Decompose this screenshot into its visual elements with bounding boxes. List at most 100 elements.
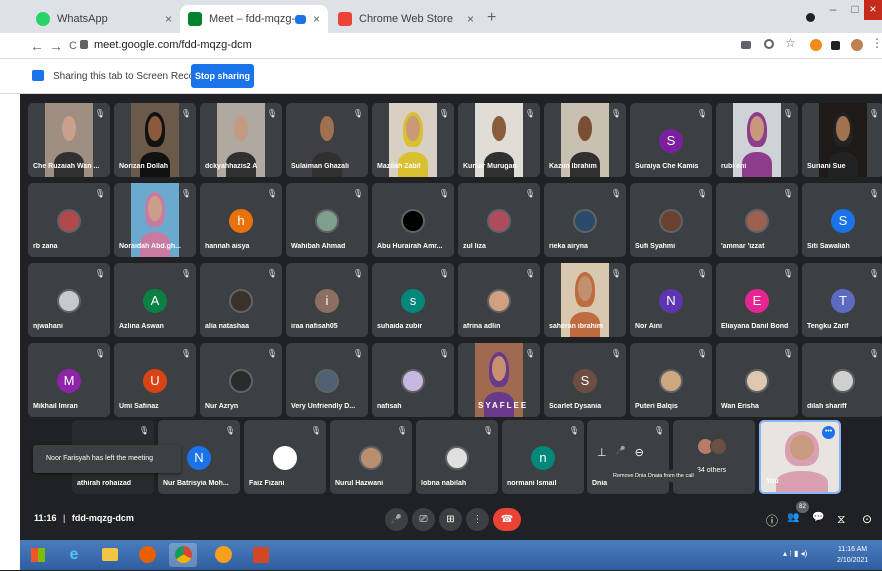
participant-tile[interactable]: 🎙 alia natashaa [200,263,282,337]
participant-tile[interactable]: 🎙 rieka airyna [544,183,626,257]
remove-participant-icon[interactable]: ⊖ [635,446,644,459]
powerpoint-icon[interactable] [247,543,275,567]
participant-tile[interactable]: 🎙 Norizan Dollah [114,103,196,177]
firefox-icon[interactable] [133,543,161,567]
chrome-icon[interactable] [169,543,197,567]
back-button[interactable]: ← [30,38,44,54]
participant-tile[interactable]: 🎙 Faiz Fizani [244,420,326,494]
participant-tile[interactable]: 🎙 Very Unfriendly D... [286,343,368,417]
participant-tile[interactable]: S 🎙 Siti Sawaliah [802,183,882,257]
participant-tile[interactable]: 🎙 rubi eni [716,103,798,177]
tab-meet[interactable]: Meet – fdd-mqzg-dcm × [180,5,328,33]
clock-time: 11:16 AM [838,546,868,553]
participant-tile[interactable]: 🎙 afrina adlin [458,263,540,337]
participant-tile[interactable]: ⊥ 🎤 ⊖ 🎙 Dnia [587,420,669,494]
participant-tile[interactable]: 🎙 Che Ruzaiah Wan ... [28,103,110,177]
new-tab-button[interactable]: + [487,9,496,27]
participant-tile[interactable]: 🎙 Sufi Syahmi [630,183,712,257]
people-icon[interactable]: 👥 [787,512,799,523]
zoom-icon[interactable] [764,39,774,49]
participant-tile[interactable]: U 🎙 Umi Safinaz [114,343,196,417]
windows-start-icon[interactable] [24,543,52,567]
orb-icon[interactable] [209,543,237,567]
participant-tile[interactable]: 34 others [673,420,755,494]
participant-tile[interactable]: 🎙 Nurul Hazwani [330,420,412,494]
camera-button[interactable]: ⎚ [412,508,435,531]
reload-button[interactable]: C [69,40,77,52]
participant-tile[interactable]: 🎙 Wan Erisha [716,343,798,417]
participant-tile[interactable]: 🎙 Puteri Balqis [630,343,712,417]
muted-mic-icon: 🎙 [610,109,621,118]
participant-tile[interactable]: s 🎙 suhaida zubir [372,263,454,337]
participant-tile[interactable]: S 🎙 Suraiya Che Kamis [630,103,712,177]
participant-tile[interactable]: n 🎙 normani Ismail [502,420,584,494]
muted-mic-icon: 🎙 [180,269,191,278]
close-tab-icon[interactable]: × [165,12,172,26]
participant-tile[interactable]: 🎙 Kazim Ibrahim [544,103,626,177]
star-icon[interactable]: ☆ [785,36,797,50]
participant-tile[interactable]: 🎙 SYAFLEE [458,343,540,417]
menu-icon[interactable]: ⋮ [871,36,882,50]
participant-tile[interactable]: 🎙 saheran ibrahim [544,263,626,337]
ie-icon[interactable]: e [60,543,88,567]
meeting-info-icon[interactable]: ⓘ [766,512,778,529]
participant-tile[interactable]: S 🎙 Scarlet Dysania [544,343,626,417]
participant-tile[interactable]: 🎙 Noraidah Abd.gh... [114,183,196,257]
participant-tile[interactable]: 🎙 nafisah [372,343,454,417]
participant-tile[interactable]: i 🎙 iraa nafisah05 [286,263,368,337]
participant-tile[interactable]: E 🎙 Eliayana Danil Bond [716,263,798,337]
extension-icon[interactable] [810,39,822,51]
explorer-icon[interactable] [96,543,124,567]
system-tray[interactable]: ▴ ⁝ ▮ ◂) [783,549,807,558]
tab-chrome-web-store[interactable]: Chrome Web Store × [330,5,482,33]
participant-tile[interactable]: A 🎙 Azlina Aswan [114,263,196,337]
participant-tile[interactable]: 🎙 Sulaiman Ghazali [286,103,368,177]
tile-options-badge[interactable]: ••• [822,426,835,439]
activities-icon[interactable]: ⧖ [837,512,845,527]
close-tab-icon[interactable]: × [313,12,320,26]
cast-icon[interactable] [741,41,751,49]
end-call-button[interactable]: ☎ [493,508,521,531]
microphone-button[interactable]: 🎤 [385,508,408,531]
participant-tile[interactable]: 🎙 Kumar Murugan [458,103,540,177]
host-controls-icon[interactable]: ⊙ [862,512,872,526]
more-options-button[interactable]: ⋮ [466,508,489,531]
participant-tile[interactable]: 🎙 'ammar 'izzat [716,183,798,257]
maximize-button[interactable]: □ [846,0,864,20]
url-field[interactable]: meet.google.com/fdd-mqzg-dcm [94,39,252,51]
participant-tile[interactable]: 🎙 Mazilah Zabil [372,103,454,177]
lock-icon[interactable] [80,40,88,49]
taskbar-clock[interactable]: 11:16 AM 2/10/2021 [837,544,868,566]
forward-button[interactable]: → [49,38,63,54]
participant-tile[interactable]: 🎙 Wahibah Ahmad [286,183,368,257]
profile-icon[interactable] [851,39,863,51]
tab-whatsapp[interactable]: WhatsApp × [28,5,180,33]
close-tab-icon[interactable]: × [467,12,474,26]
minimize-button[interactable]: – [820,0,846,20]
participant-tile[interactable]: T 🎙 Tengku Zarif [802,263,882,337]
self-tile[interactable]: ••• You [759,420,841,494]
participant-tile[interactable]: 🎙 Nur Azryn [200,343,282,417]
participant-tile[interactable]: 🎙 rb zana [28,183,110,257]
meeting-code[interactable]: fdd-mqzg-dcm [72,513,134,523]
muted-mic-icon: 🎙 [180,109,191,118]
avatar-initial: U [143,369,167,393]
chat-icon[interactable]: 💬 [812,512,824,523]
stop-sharing-button[interactable]: Stop sharing [191,64,254,88]
close-window-button[interactable]: × [864,0,882,20]
participant-tile[interactable]: h 🎙 hannah aisya [200,183,282,257]
participant-tile[interactable]: 🎙 Abu Hurairah Amr... [372,183,454,257]
participant-tile[interactable]: 🎙 zul liza [458,183,540,257]
participant-tile[interactable]: 🎙 dckyahhazis2 A [200,103,282,177]
puzzle-icon[interactable] [831,41,840,50]
participant-tile[interactable]: N 🎙 Nor Aini [630,263,712,337]
pin-icon[interactable]: ⊥ [597,446,607,459]
mute-participant-icon[interactable]: 🎤 [616,446,626,459]
present-button[interactable]: ⊞ [439,508,462,531]
participant-tile[interactable]: 🎙 njwahani [28,263,110,337]
profile-indicator-icon[interactable] [806,13,815,22]
participant-tile[interactable]: M 🎙 Mikhail Imran [28,343,110,417]
participant-tile[interactable]: 🎙 lobna nabilah [416,420,498,494]
participant-tile[interactable]: 🎙 Suriani Sue [802,103,882,177]
participant-tile[interactable]: 🎙 dilah shariff [802,343,882,417]
